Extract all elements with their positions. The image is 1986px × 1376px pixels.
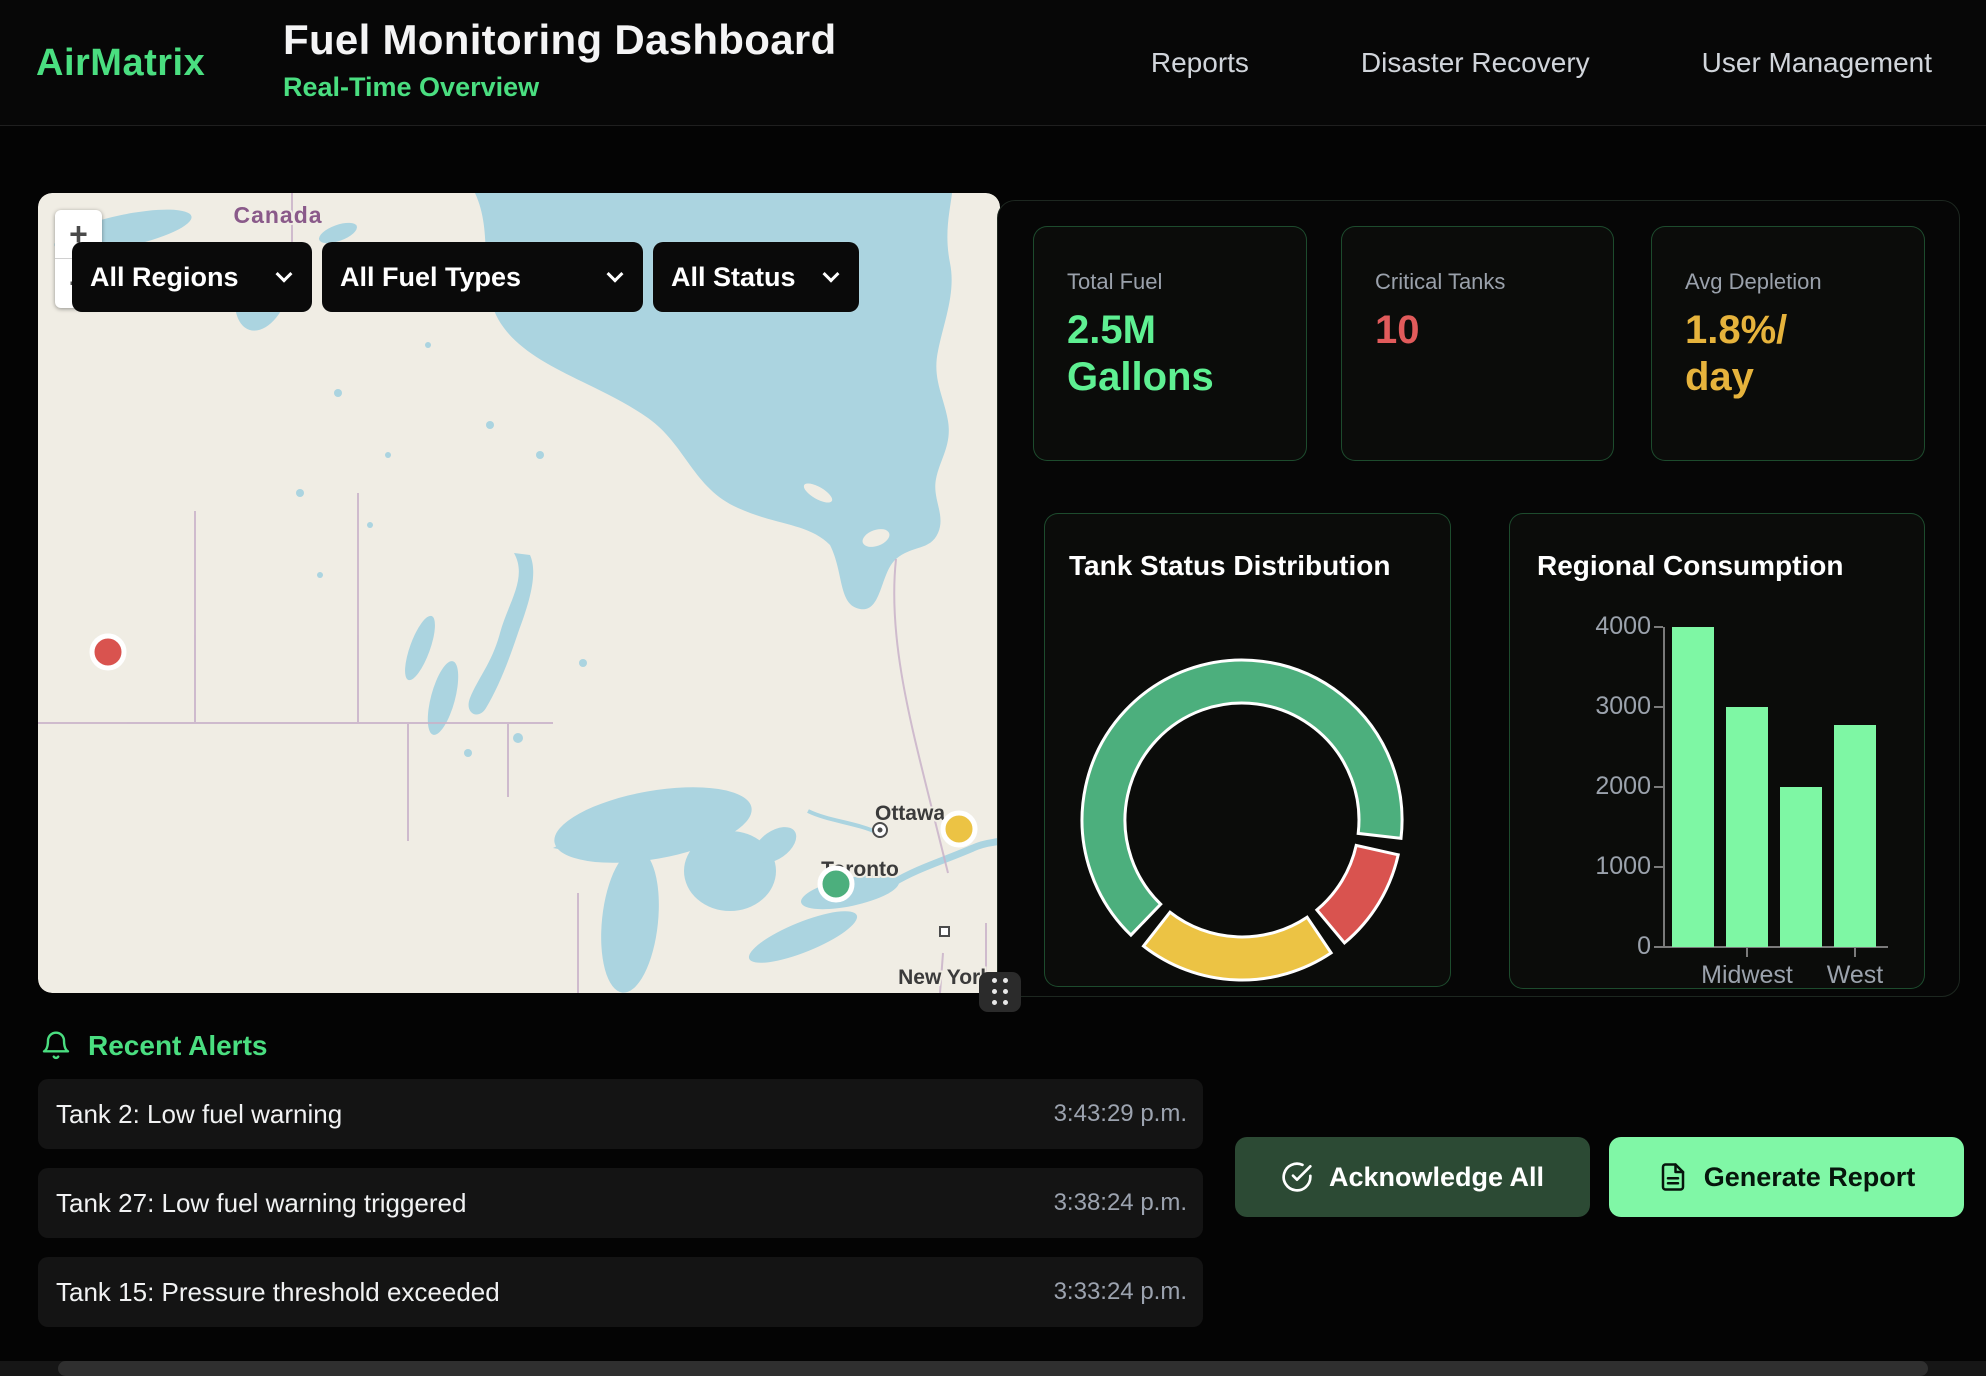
y-tick-mark <box>1654 946 1663 948</box>
stat-value: 10 <box>1375 307 1613 354</box>
page-title: Fuel Monitoring Dashboard <box>283 16 836 64</box>
tank-status-distribution-card: Tank Status Distribution <box>1044 513 1451 987</box>
alert-timestamp: 3:33:24 p.m. <box>1054 1278 1187 1306</box>
map-marker-critical[interactable] <box>92 636 124 668</box>
region-filter-value: All Regions <box>90 262 239 293</box>
status-filter-dropdown[interactable]: All Status <box>653 242 859 312</box>
alert-timestamp: 3:43:29 p.m. <box>1054 1100 1187 1128</box>
stat-card-avg-depletion: Avg Depletion 1.8%/day <box>1651 226 1925 461</box>
y-axis-line <box>1663 627 1665 947</box>
x-tick-mark <box>1746 948 1748 957</box>
stat-label: Total Fuel <box>1067 269 1306 295</box>
donut-chart-title: Tank Status Distribution <box>1069 550 1391 582</box>
alert-row[interactable]: Tank 2: Low fuel warning 3:43:29 p.m. <box>38 1079 1203 1149</box>
y-tick-mark <box>1654 626 1663 628</box>
check-circle-icon <box>1281 1161 1313 1193</box>
regional-consumption-card: Regional Consumption 01000200030004000Mi… <box>1509 513 1925 989</box>
status-filter-value: All Status <box>671 262 796 293</box>
stat-value: 1.8%/day <box>1685 307 1924 401</box>
drag-handle-icon[interactable] <box>979 972 1021 1012</box>
page-subtitle: Real-Time Overview <box>283 72 836 103</box>
tank-map[interactable]: Canada Ottawa Toronto New York + − All R… <box>38 193 1000 993</box>
basemap-canvas[interactable]: Canada Ottawa Toronto New York <box>38 193 1000 993</box>
report-document-icon <box>1658 1162 1688 1192</box>
y-tick-label: 4000 <box>1531 612 1651 641</box>
nav-reports[interactable]: Reports <box>1151 47 1249 79</box>
y-tick-label: 0 <box>1531 932 1651 961</box>
x-tick-mark <box>1854 948 1856 957</box>
map-marker-normal[interactable] <box>820 868 852 900</box>
scrollbar-thumb[interactable] <box>58 1361 1928 1376</box>
stat-label: Avg Depletion <box>1685 269 1924 295</box>
y-tick-label: 2000 <box>1531 772 1651 801</box>
map-filters: All Regions All Fuel Types All Status <box>72 242 859 312</box>
fuel-type-filter-dropdown[interactable]: All Fuel Types <box>322 242 643 312</box>
alert-message: Tank 2: Low fuel warning <box>56 1099 342 1130</box>
tank-status-donut-chart <box>1074 652 1410 988</box>
y-tick-mark <box>1654 786 1663 788</box>
alert-row[interactable]: Tank 27: Low fuel warning triggered 3:38… <box>38 1168 1203 1238</box>
stat-card-total-fuel: Total Fuel 2.5MGallons <box>1033 226 1307 461</box>
y-tick-mark <box>1654 706 1663 708</box>
horizontal-scrollbar[interactable] <box>0 1361 1986 1376</box>
donut-segment-warning <box>1144 912 1332 980</box>
recent-alerts-header: Recent Alerts <box>40 1030 267 1062</box>
country-label-canada: Canada <box>233 202 322 228</box>
stat-value: 2.5MGallons <box>1067 307 1306 401</box>
fuel-monitoring-dashboard: AirMatrix Fuel Monitoring Dashboard Real… <box>0 0 1986 1376</box>
metrics-panel: Total Fuel 2.5MGallons Critical Tanks 10… <box>997 200 1960 997</box>
nav-disaster-recovery[interactable]: Disaster Recovery <box>1361 47 1590 79</box>
acknowledge-all-button[interactable]: Acknowledge All <box>1235 1137 1590 1217</box>
fuel-type-filter-value: All Fuel Types <box>340 262 521 293</box>
donut-segment-critical <box>1317 845 1398 943</box>
bell-icon <box>40 1030 72 1062</box>
chevron-down-icon <box>276 266 293 283</box>
chevron-down-icon <box>607 266 624 283</box>
chevron-down-icon <box>823 266 840 283</box>
brand-logo: AirMatrix <box>36 42 205 85</box>
generate-report-button[interactable]: Generate Report <box>1609 1137 1964 1217</box>
bar-West <box>1834 725 1876 947</box>
alert-message: Tank 27: Low fuel warning triggered <box>56 1188 466 1219</box>
top-bar: AirMatrix Fuel Monitoring Dashboard Real… <box>0 0 1986 126</box>
bar-Midwest <box>1726 707 1768 947</box>
region-filter-dropdown[interactable]: All Regions <box>72 242 312 312</box>
alerts-section-title: Recent Alerts <box>88 1030 267 1062</box>
bar-region-3 <box>1780 787 1822 947</box>
y-tick-label: 3000 <box>1531 692 1651 721</box>
title-block: Fuel Monitoring Dashboard Real-Time Over… <box>283 16 836 103</box>
city-label-ottawa: Ottawa <box>875 802 945 825</box>
y-tick-mark <box>1654 866 1663 868</box>
stat-card-critical-tanks: Critical Tanks 10 <box>1341 226 1614 461</box>
alert-timestamp: 3:38:24 p.m. <box>1054 1189 1187 1217</box>
stat-label: Critical Tanks <box>1375 269 1613 295</box>
alert-row[interactable]: Tank 15: Pressure threshold exceeded 3:3… <box>38 1257 1203 1327</box>
x-tick-label: West <box>1785 961 1925 990</box>
regional-consumption-bar-chart: 01000200030004000MidwestWest <box>1510 514 1924 988</box>
bar-region-1 <box>1672 627 1714 947</box>
map-marker-warning[interactable] <box>943 813 975 845</box>
alert-message: Tank 15: Pressure threshold exceeded <box>56 1277 500 1308</box>
main-nav: Reports Disaster Recovery User Managemen… <box>1151 0 1932 126</box>
y-tick-label: 1000 <box>1531 852 1651 881</box>
nav-user-management[interactable]: User Management <box>1702 47 1932 79</box>
acknowledge-all-label: Acknowledge All <box>1329 1162 1544 1193</box>
generate-report-label: Generate Report <box>1704 1162 1916 1193</box>
